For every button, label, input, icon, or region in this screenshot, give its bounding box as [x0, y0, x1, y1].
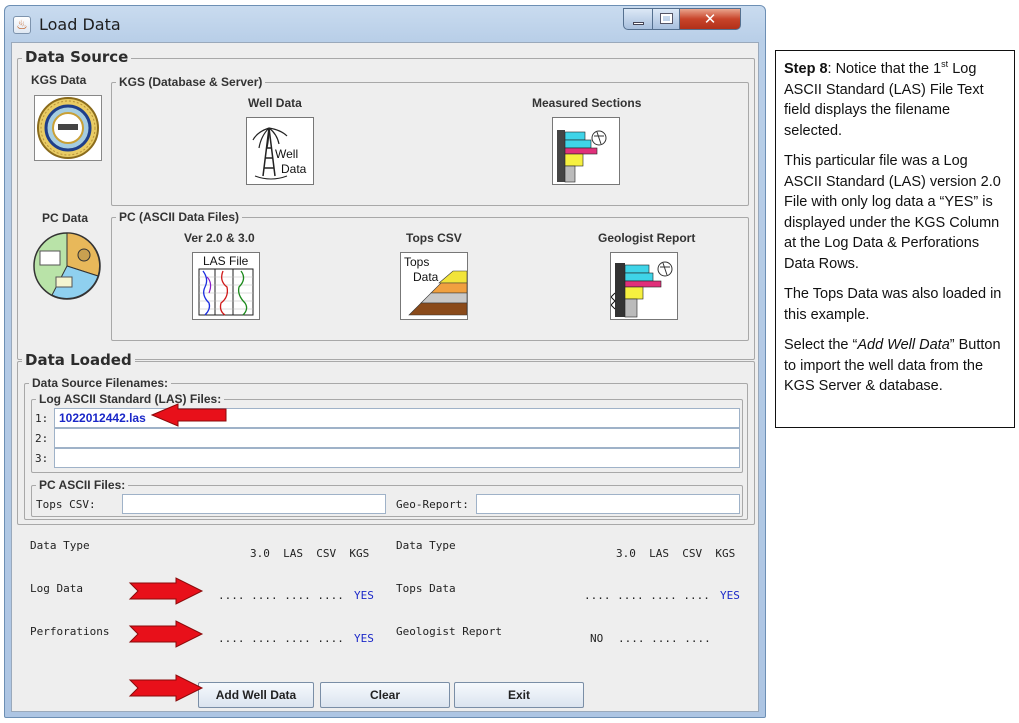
data-loaded-group: Data Loaded Data Source Filenames: Log A…: [17, 351, 755, 525]
kgs-database-server-group: KGS (Database & Server) Well Data Well D…: [111, 75, 749, 206]
pc-data-pie-icon: [33, 232, 101, 300]
geologist-report-label: Geologist Report: [598, 231, 696, 245]
well-data-label: Well Data: [248, 96, 302, 110]
las-file-3-field[interactable]: [54, 448, 740, 468]
close-button[interactable]: ✕: [679, 8, 741, 30]
minimize-button[interactable]: [623, 8, 653, 30]
las-version-label: Ver 2.0 & 3.0: [184, 231, 255, 245]
data-loaded-title: Data Loaded: [22, 351, 135, 369]
window-client-area: Data Source KGS Data KGS (Database & Ser…: [11, 42, 759, 712]
note-paragraph-1: Step 8: Notice that the 1st Log ASCII St…: [784, 59, 1006, 141]
geologist-report-3-0-status: NO: [590, 632, 604, 645]
measured-sections-label: Measured Sections: [532, 96, 642, 110]
step-8-note: Step 8: Notice that the 1st Log ASCII St…: [775, 50, 1015, 428]
tops-icon-text-2: Data: [413, 270, 439, 284]
note-paragraph-3: The Tops Data was also loaded in this ex…: [784, 286, 1002, 323]
right-columns-header: 3.0 LAS CSV KGS: [616, 547, 736, 560]
right-data-type-header: Data Type: [396, 539, 456, 552]
arrow-to-filename: [150, 403, 227, 427]
tops-icon-text-1: Tops: [404, 255, 429, 269]
exit-button[interactable]: Exit: [454, 682, 584, 708]
note-paragraph-2: This particular file was a Log ASCII Sta…: [784, 153, 1001, 272]
pc-ascii-files-group: PC ASCII Files: Tops CSV: Geo-Report:: [31, 478, 743, 517]
note-paragraph-4: Select the “Add Well Data” Button to imp…: [784, 335, 1006, 397]
las-row-2-number: 2:: [35, 432, 49, 445]
kgs-group-title: KGS (Database & Server): [116, 75, 266, 89]
tops-data-dots: .... .... .... ....: [584, 589, 710, 602]
tops-csv-label: Tops CSV: [406, 231, 462, 245]
close-icon: ✕: [703, 10, 717, 28]
well-icon-text-1: Well: [275, 147, 298, 161]
log-data-dots: .... .... .... ....: [218, 589, 344, 602]
pc-group-title: PC (ASCII Data Files): [116, 210, 243, 224]
pc-files-title: PC ASCII Files:: [36, 478, 129, 492]
minimize-icon: [633, 22, 644, 25]
data-source-group: Data Source KGS Data KGS (Database & Ser…: [17, 48, 755, 360]
perforations-label: Perforations: [30, 625, 110, 638]
pc-data-label: PC Data: [42, 211, 89, 225]
note-p4-a: Select the “: [784, 337, 858, 353]
geo-report-field[interactable]: [476, 494, 740, 514]
well-data-button[interactable]: Well Data: [246, 117, 314, 185]
tops-data-kgs-status: YES: [720, 589, 740, 602]
maximize-icon: [660, 13, 673, 24]
las-files-group: Log ASCII Standard (LAS) Files: 1: 10220…: [31, 392, 743, 473]
stratigraphic-column-icon: [557, 130, 607, 183]
tops-csv-button[interactable]: Tops Data: [400, 252, 468, 320]
geologist-report-dots: .... .... ....: [618, 632, 711, 645]
pc-data-button[interactable]: [32, 231, 102, 301]
tops-csv-field-label: Tops CSV:: [36, 498, 96, 511]
data-source-filenames-group: Data Source Filenames: Log ASCII Standar…: [24, 376, 748, 520]
las-row-1-number: 1:: [35, 412, 49, 425]
window-title: Load Data: [39, 15, 121, 34]
las-file-icon: LAS File: [198, 254, 254, 316]
kgs-seal-icon: [37, 97, 99, 159]
pc-ascii-data-files-group: PC (ASCII Data Files) Ver 2.0 & 3.0 LAS …: [111, 210, 749, 341]
perforations-dots: .... .... .... ....: [218, 632, 344, 645]
log-data-kgs-status: YES: [354, 589, 374, 602]
kgs-data-label: KGS Data: [31, 73, 87, 87]
perforations-kgs-status: YES: [354, 632, 374, 645]
las-file-2-field[interactable]: [54, 428, 740, 448]
geologist-report-button[interactable]: [610, 252, 678, 320]
las-row-3-number: 3:: [35, 452, 49, 465]
tops-data-label: Tops Data: [396, 582, 456, 595]
arrow-to-add-well-data: [128, 674, 204, 702]
las-file-button[interactable]: LAS File: [192, 252, 260, 320]
left-data-type-header: Data Type: [30, 539, 90, 552]
geologist-report-icon: [610, 261, 673, 318]
geo-report-field-label: Geo-Report:: [396, 498, 469, 511]
left-columns-header: 3.0 LAS CSV KGS: [250, 547, 370, 560]
tops-data-icon: Tops Data: [404, 255, 468, 316]
clear-button[interactable]: Clear: [320, 682, 450, 708]
las-icon-text: LAS File: [203, 254, 249, 268]
data-source-title: Data Source: [22, 48, 132, 66]
add-well-data-button[interactable]: Add Well Data: [198, 682, 314, 708]
maximize-button[interactable]: [652, 8, 680, 30]
tops-csv-field[interactable]: [122, 494, 386, 514]
note-p1-a: : Notice that the 1: [827, 61, 942, 77]
title-bar[interactable]: ♨ Load Data ✕: [5, 6, 765, 42]
load-data-window: ♨ Load Data ✕ Data Source KGS Data KGS (…: [4, 5, 766, 718]
arrow-to-perforations: [128, 620, 204, 648]
las-file-1-value: 1022012442.las: [59, 411, 146, 425]
measured-sections-button[interactable]: [552, 117, 620, 185]
log-data-label: Log Data: [30, 582, 83, 595]
note-p4-em: Add Well Data: [857, 337, 950, 353]
geologist-report-row-label: Geologist Report: [396, 625, 502, 638]
filenames-title: Data Source Filenames:: [29, 376, 172, 390]
arrow-to-log-data: [128, 577, 204, 605]
oil-derrick-icon: Well Data: [252, 127, 307, 180]
kgs-data-button[interactable]: [34, 95, 102, 161]
step-label: Step 8: [784, 61, 828, 77]
java-app-icon: ♨: [13, 16, 31, 34]
well-icon-text-2: Data: [281, 162, 307, 176]
